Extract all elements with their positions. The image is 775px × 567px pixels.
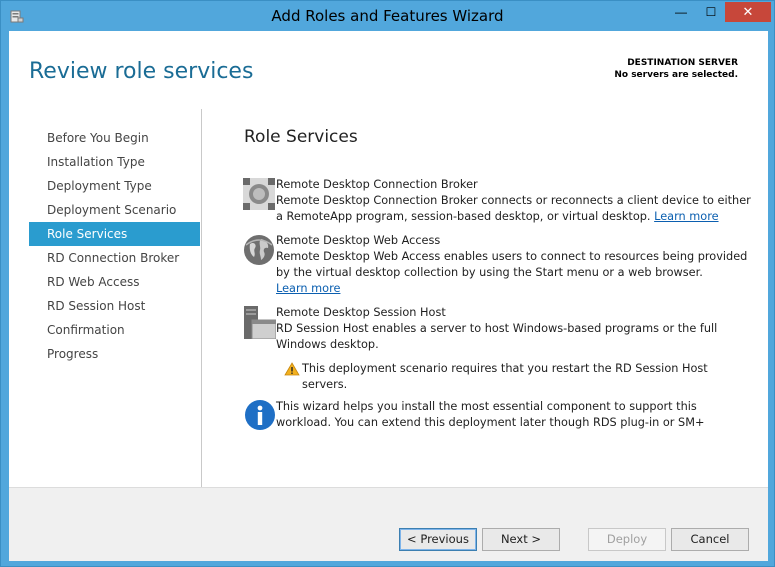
nav-item-deployment-scenario[interactable]: Deployment Scenario xyxy=(29,198,200,222)
nav-item-progress[interactable]: Progress xyxy=(29,342,200,366)
service-description: RD Session Host enables a server to host… xyxy=(276,322,718,351)
nav-item-confirmation[interactable]: Confirmation xyxy=(29,318,200,342)
destination-value: No servers are selected. xyxy=(614,70,738,80)
wizard-window: Add Roles and Features Wizard — ☐ ✕ Revi… xyxy=(0,0,775,567)
learn-more-link[interactable]: Learn more xyxy=(654,210,718,223)
next-button[interactable]: Next > xyxy=(482,528,560,551)
service-session-host: Remote Desktop Session Host RD Session H… xyxy=(244,305,754,353)
deploy-button[interactable]: Deploy xyxy=(588,528,666,551)
destination-server: DESTINATION SERVER No servers are select… xyxy=(614,57,738,81)
sidebar-divider xyxy=(201,109,202,496)
restart-warning: This deployment scenario requires that y… xyxy=(244,361,754,393)
info-text: This wizard helps you install the most e… xyxy=(276,400,705,429)
nav-item-role-services[interactable]: Role Services xyxy=(29,222,200,246)
cancel-button[interactable]: Cancel xyxy=(671,528,749,551)
learn-more-link[interactable]: Learn more xyxy=(276,281,754,297)
service-name: Remote Desktop Connection Broker xyxy=(276,178,478,191)
maximize-button[interactable]: ☐ xyxy=(697,2,725,22)
warning-icon xyxy=(284,362,300,376)
service-description: Remote Desktop Web Access enables users … xyxy=(276,250,748,279)
info-icon xyxy=(245,400,275,430)
window-title: Add Roles and Features Wizard xyxy=(271,7,504,25)
info-message: This wizard helps you install the most e… xyxy=(244,399,754,431)
web-access-globe-icon xyxy=(244,235,274,265)
connection-broker-icon xyxy=(243,178,275,210)
wizard-header: Review role services DESTINATION SERVER … xyxy=(9,31,768,111)
nav-item-rd-web-access[interactable]: RD Web Access xyxy=(29,270,200,294)
title-bar[interactable]: Add Roles and Features Wizard — ☐ ✕ xyxy=(1,1,774,31)
close-button[interactable]: ✕ xyxy=(725,2,771,22)
wizard-footer: < Previous Next > Deploy Cancel xyxy=(9,487,768,561)
page-title: Review role services xyxy=(29,59,254,84)
nav-item-rd-connection-broker[interactable]: RD Connection Broker xyxy=(29,246,200,270)
service-web-access: Remote Desktop Web Access Remote Desktop… xyxy=(244,233,754,297)
section-title: Role Services xyxy=(244,127,358,147)
service-name: Remote Desktop Session Host xyxy=(276,306,446,319)
wizard-steps-nav: Before You Begin Installation Type Deplo… xyxy=(29,126,200,366)
previous-button[interactable]: < Previous xyxy=(399,528,477,551)
warning-text: This deployment scenario requires that y… xyxy=(302,362,708,391)
wizard-content: Review role services DESTINATION SERVER … xyxy=(9,31,768,561)
nav-item-before-you-begin[interactable]: Before You Begin xyxy=(29,126,200,150)
service-name: Remote Desktop Web Access xyxy=(276,234,441,247)
nav-item-deployment-type[interactable]: Deployment Type xyxy=(29,174,200,198)
service-connection-broker: Remote Desktop Connection Broker Remote … xyxy=(243,177,754,225)
nav-item-installation-type[interactable]: Installation Type xyxy=(29,150,200,174)
session-host-server-icon xyxy=(244,306,276,339)
destination-label: DESTINATION SERVER xyxy=(627,58,738,68)
minimize-button[interactable]: — xyxy=(665,2,697,22)
nav-item-rd-session-host[interactable]: RD Session Host xyxy=(29,294,200,318)
role-services-panel: Role Services Remote Desktop Connection … xyxy=(243,127,754,431)
